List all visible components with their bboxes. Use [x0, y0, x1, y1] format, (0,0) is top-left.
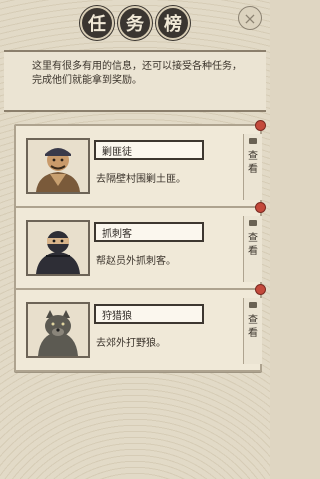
- intro-banner: 这里有很多有用的信息，还可以接受各种任务，完成他们就能拿到奖励。: [4, 50, 266, 112]
- task-description: 去隔壁村围剿土匪。: [96, 174, 186, 185]
- view-label: 查看: [248, 315, 258, 339]
- close-button[interactable]: ×: [238, 6, 262, 30]
- task-name: 剿匪徒: [94, 140, 204, 160]
- task-name: 狩猎狼: [94, 304, 204, 324]
- assassin-icon: [26, 220, 90, 276]
- pin-icon: [255, 120, 266, 131]
- view-button[interactable]: 查看: [243, 134, 262, 200]
- task-card: 抓刺客 帮赵员外抓刺客。 查看: [14, 202, 266, 290]
- scroll-icon: [249, 302, 257, 308]
- task-description: 帮赵员外抓刺客。: [96, 256, 176, 267]
- task-card: 狩猎狼 去郊外打野狼。 查看: [14, 284, 266, 372]
- title-char: 榜: [156, 6, 190, 40]
- view-button[interactable]: 查看: [243, 298, 262, 364]
- view-label: 查看: [248, 151, 258, 175]
- view-label: 查看: [248, 233, 258, 257]
- scroll-icon: [249, 138, 257, 144]
- wolf-icon: [26, 302, 90, 358]
- view-button[interactable]: 查看: [243, 216, 262, 282]
- page-title: 任 务 榜: [0, 6, 270, 44]
- pin-icon: [255, 284, 266, 295]
- pin-icon: [255, 202, 266, 213]
- task-card: 剿匪徒 去隔壁村围剿土匪。 查看: [14, 120, 266, 208]
- bandit-icon: [26, 138, 90, 194]
- scroll-icon: [249, 220, 257, 226]
- intro-text: 这里有很多有用的信息，还可以接受各种任务，完成他们就能拿到奖励。: [32, 61, 242, 86]
- title-char: 务: [118, 6, 152, 40]
- task-description: 去郊外打野狼。: [96, 338, 166, 349]
- close-icon: ×: [243, 8, 257, 28]
- title-char: 任: [80, 6, 114, 40]
- task-name: 抓刺客: [94, 222, 204, 242]
